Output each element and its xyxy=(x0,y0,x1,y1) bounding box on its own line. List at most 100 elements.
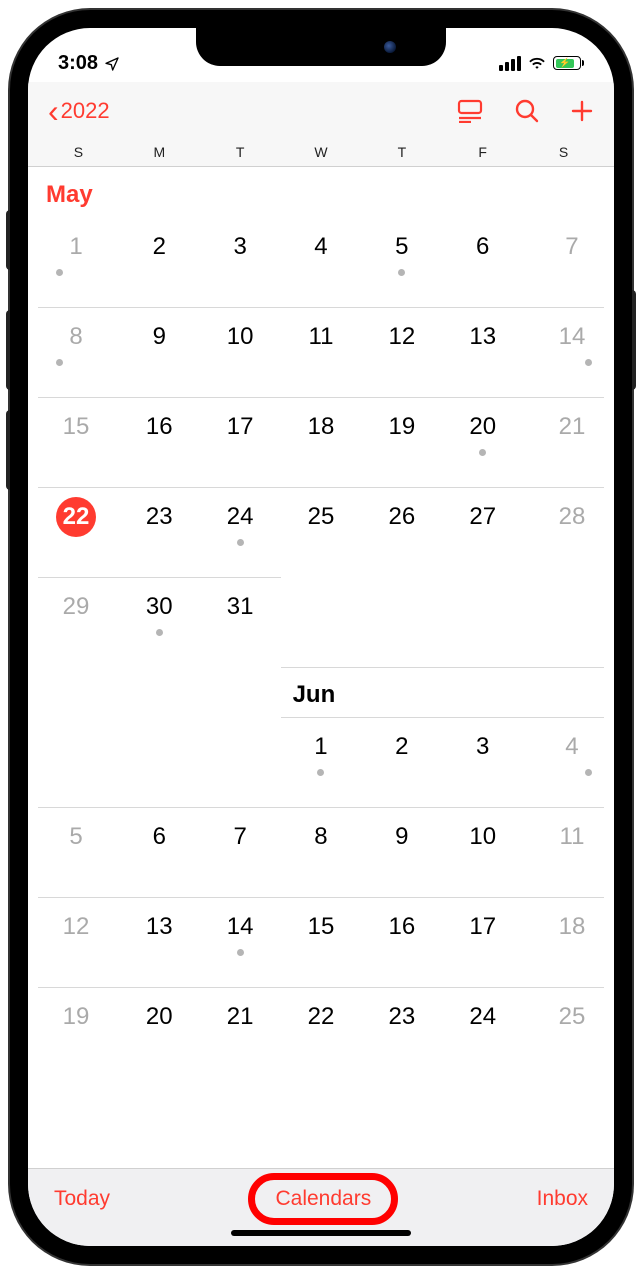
day-number: 14 xyxy=(220,907,260,947)
day-cell[interactable]: 26 xyxy=(361,487,442,577)
day-cell[interactable]: 6 xyxy=(119,807,200,897)
day-number: 25 xyxy=(552,997,592,1037)
day-cell[interactable]: 20 xyxy=(442,397,523,487)
day-number: 23 xyxy=(382,997,422,1037)
day-cell[interactable]: 15 xyxy=(38,397,119,487)
day-cell[interactable]: 12 xyxy=(38,897,119,987)
back-button[interactable]: ‹ 2022 xyxy=(48,95,110,127)
day-cell[interactable]: 6 xyxy=(442,217,523,307)
day-cell[interactable]: 13 xyxy=(442,307,523,397)
day-number: 8 xyxy=(301,817,341,857)
day-cell[interactable]: 17 xyxy=(200,397,281,487)
search-button[interactable] xyxy=(514,98,540,124)
day-number: 24 xyxy=(463,997,503,1037)
day-cell[interactable]: 3 xyxy=(442,717,523,807)
weekday-label: T xyxy=(361,144,442,160)
day-cell[interactable]: 25 xyxy=(281,487,362,577)
day-number: 11 xyxy=(552,817,592,857)
day-cell[interactable]: 12 xyxy=(361,307,442,397)
day-number: 7 xyxy=(220,817,260,857)
day-cell[interactable]: 27 xyxy=(442,487,523,577)
day-cell[interactable]: 1 xyxy=(38,217,119,307)
week-row: 29 3031 xyxy=(38,577,604,667)
day-cell[interactable]: 10 xyxy=(200,307,281,397)
day-cell xyxy=(200,717,281,807)
calendar-scroll[interactable]: May 123456789101112131415161718192021222… xyxy=(28,167,614,1168)
day-cell-empty xyxy=(523,577,604,667)
day-cell[interactable]: 24 xyxy=(442,987,523,1039)
day-cell[interactable]: 15 xyxy=(281,897,362,987)
day-cell[interactable]: 7 xyxy=(523,217,604,307)
day-cell[interactable]: 18 xyxy=(523,897,604,987)
week-row: 567 8910 11 xyxy=(38,807,604,897)
day-cell[interactable]: 2 xyxy=(361,717,442,807)
day-cell[interactable]: 13 xyxy=(119,897,200,987)
day-cell[interactable]: 23 xyxy=(119,487,200,577)
today-button[interactable]: Today xyxy=(54,1187,110,1211)
day-cell[interactable]: 9 xyxy=(361,807,442,897)
add-button[interactable] xyxy=(570,99,594,123)
day-cell[interactable]: 21 xyxy=(200,987,281,1039)
calendars-button[interactable]: Calendars xyxy=(275,1187,371,1211)
day-cell[interactable]: 19 xyxy=(361,397,442,487)
day-number: 17 xyxy=(220,407,260,447)
event-dot-icon xyxy=(479,449,486,456)
list-view-button[interactable] xyxy=(456,99,484,123)
day-cell[interactable]: 31 xyxy=(200,577,281,667)
day-cell[interactable]: 21 xyxy=(523,397,604,487)
inbox-button[interactable]: Inbox xyxy=(537,1187,588,1211)
weekday-header: S M T W T F S xyxy=(28,140,614,167)
day-cell[interactable]: 17 xyxy=(442,897,523,987)
cellular-signal-icon xyxy=(499,56,521,71)
day-cell[interactable]: 16 xyxy=(361,897,442,987)
event-dot-icon xyxy=(585,769,592,776)
day-cell[interactable]: 8 xyxy=(38,307,119,397)
day-number: 1 xyxy=(301,727,341,767)
day-cell[interactable]: 19 xyxy=(38,987,119,1039)
day-cell[interactable]: 8 xyxy=(281,807,362,897)
day-number: 29 xyxy=(56,587,96,627)
day-cell[interactable]: 20 xyxy=(119,987,200,1039)
weekday-label: T xyxy=(200,144,281,160)
week-row: 1213 14 151617 18 xyxy=(38,897,604,987)
day-cell[interactable]: 22 xyxy=(38,487,119,577)
day-cell[interactable]: 16 xyxy=(119,397,200,487)
day-cell[interactable]: 4 xyxy=(523,717,604,807)
day-cell[interactable]: 23 xyxy=(361,987,442,1039)
day-number: 22 xyxy=(301,997,341,1037)
back-year-label: 2022 xyxy=(61,98,110,124)
day-cell[interactable]: 11 xyxy=(281,307,362,397)
day-cell[interactable]: 29 xyxy=(38,577,119,667)
home-indicator[interactable] xyxy=(231,1230,411,1236)
day-cell[interactable]: 14 xyxy=(523,307,604,397)
day-cell[interactable]: 1 xyxy=(281,717,362,807)
month-label-jun: Jun xyxy=(281,667,362,717)
screen: 3:08 ⚡ xyxy=(28,28,614,1246)
weekday-label: M xyxy=(119,144,200,160)
day-cell[interactable]: 30 xyxy=(119,577,200,667)
day-cell[interactable]: 18 xyxy=(281,397,362,487)
day-cell[interactable]: 3 xyxy=(200,217,281,307)
day-cell[interactable]: 2 xyxy=(119,217,200,307)
day-cell[interactable]: 25 xyxy=(523,987,604,1039)
day-cell[interactable]: 7 xyxy=(200,807,281,897)
week-row: 192021 22 23 24 25 xyxy=(38,987,604,1039)
day-cell[interactable]: 5 xyxy=(361,217,442,307)
weekday-label: S xyxy=(523,144,604,160)
day-number: 20 xyxy=(463,407,503,447)
day-cell[interactable]: 14 xyxy=(200,897,281,987)
chevron-left-icon: ‹ xyxy=(48,95,59,127)
day-number: 5 xyxy=(382,227,422,267)
day-cell[interactable]: 4 xyxy=(281,217,362,307)
day-cell[interactable]: 11 xyxy=(523,807,604,897)
day-number: 18 xyxy=(552,907,592,947)
event-dot-icon xyxy=(237,539,244,546)
day-cell[interactable]: 9 xyxy=(119,307,200,397)
day-cell[interactable]: 28 xyxy=(523,487,604,577)
day-cell[interactable]: 22 xyxy=(281,987,362,1039)
month-grid-jun: 1234567891011121314151617181920212223242… xyxy=(38,717,604,1039)
event-dot-icon xyxy=(56,359,63,366)
day-cell[interactable]: 10 xyxy=(442,807,523,897)
day-cell[interactable]: 5 xyxy=(38,807,119,897)
day-cell[interactable]: 24 xyxy=(200,487,281,577)
